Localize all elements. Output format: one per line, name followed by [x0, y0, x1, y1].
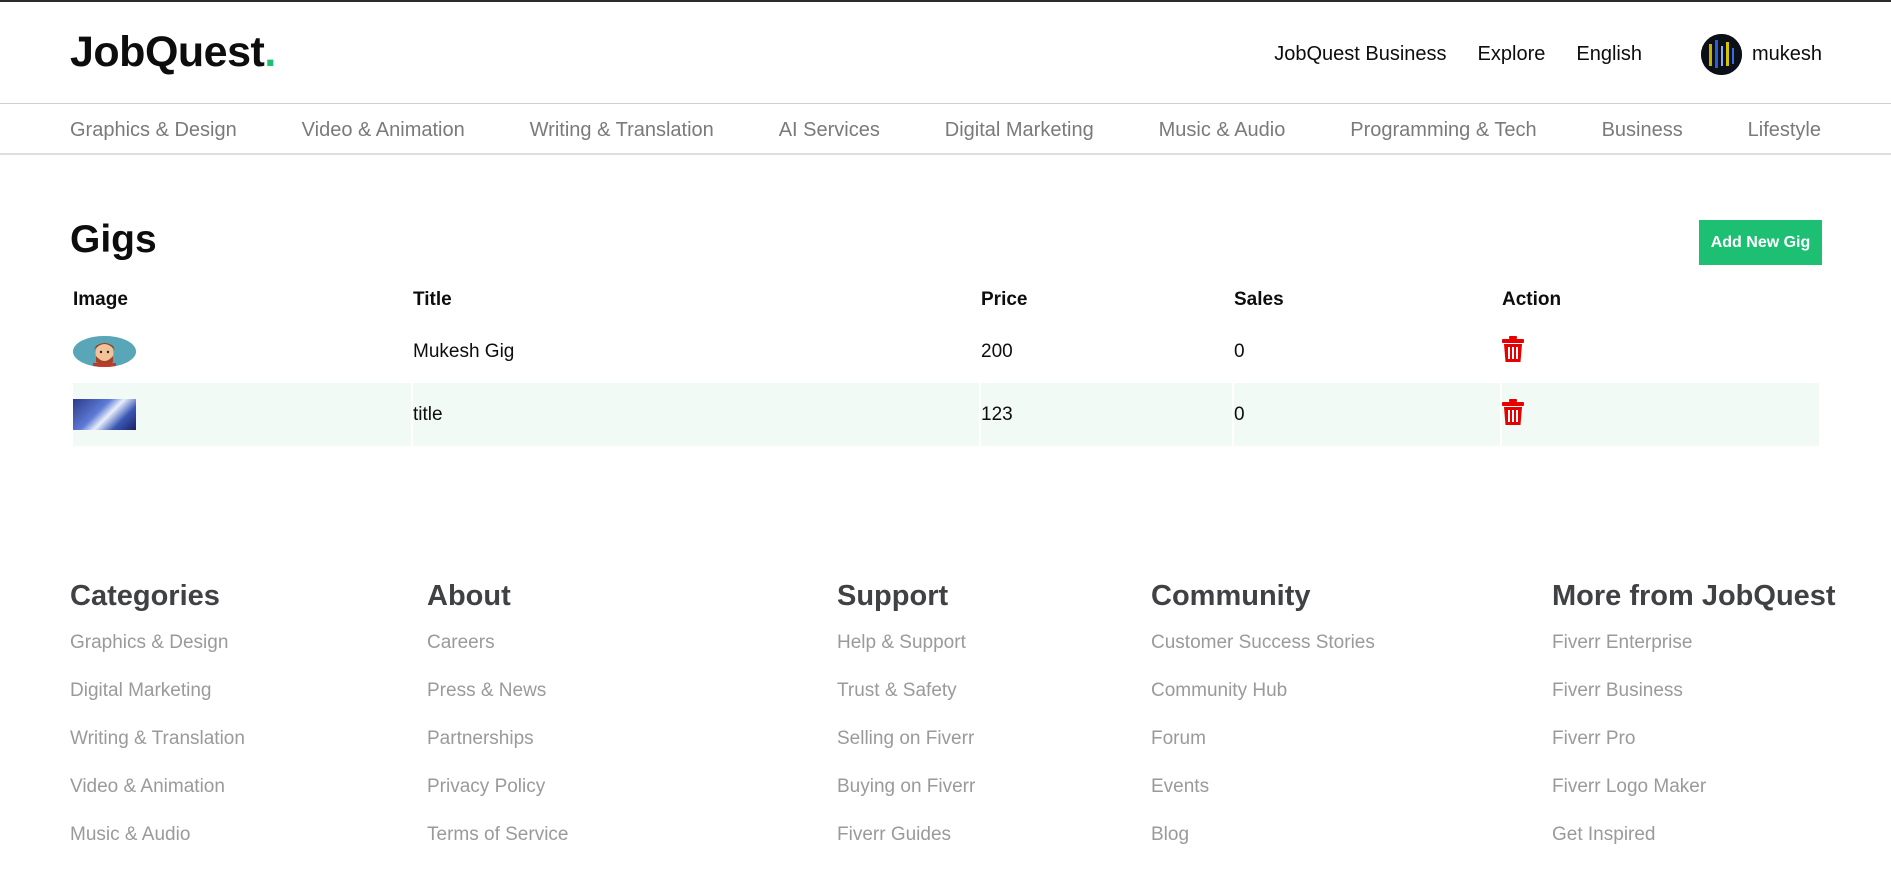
footer-link[interactable]: Help & Support [837, 632, 975, 680]
site-header: JobQuest. JobQuest Business Explore Engl… [0, 2, 1891, 104]
gig-action-cell [1502, 383, 1819, 446]
table-row: title 123 0 [73, 383, 1819, 446]
footer-column-categories: Categories Graphics & Design Digital Mar… [70, 580, 245, 872]
footer-heading: More from JobQuest [1552, 580, 1836, 612]
category-video-animation[interactable]: Video & Animation [302, 119, 465, 142]
footer-column-about: About Careers Press & News Partnerships … [427, 580, 568, 872]
footer-link[interactable]: Writing & Translation [70, 728, 245, 776]
header-nav: JobQuest Business Explore English mukesh [1243, 32, 1822, 76]
footer-link[interactable]: Partnerships [427, 728, 568, 776]
category-bar: Graphics & Design Video & Animation Writ… [0, 105, 1891, 155]
nav-link-language[interactable]: English [1576, 43, 1642, 66]
footer-link[interactable]: Blog [1151, 824, 1375, 872]
gigs-table: Image Title Price Sales Action Mukesh Gi… [71, 280, 1821, 446]
nav-link-business[interactable]: JobQuest Business [1274, 43, 1446, 66]
footer-link[interactable]: Graphics & Design [70, 632, 245, 680]
footer-link[interactable]: Careers [427, 632, 568, 680]
footer-heading: Categories [70, 580, 220, 612]
category-digital-marketing[interactable]: Digital Marketing [945, 119, 1094, 142]
gig-title: Mukesh Gig [413, 340, 515, 362]
column-header-price: Price [981, 289, 1028, 310]
nav-link-explore[interactable]: Explore [1478, 43, 1546, 66]
footer-link[interactable]: Press & News [427, 680, 568, 728]
footer-heading: About [427, 580, 511, 612]
logo[interactable]: JobQuest. [70, 28, 276, 77]
column-header-title: Title [413, 289, 452, 310]
footer-link[interactable]: Events [1151, 776, 1375, 824]
gig-image-cell [73, 383, 411, 446]
column-header-image: Image [73, 289, 128, 310]
category-graphics-design[interactable]: Graphics & Design [70, 119, 237, 142]
footer-heading: Community [1151, 580, 1311, 612]
footer-link[interactable]: Privacy Policy [427, 776, 568, 824]
gig-title: title [413, 383, 979, 446]
trash-icon[interactable] [1502, 335, 1524, 362]
table-header-row: Image Title Price Sales Action [73, 280, 1819, 320]
category-lifestyle[interactable]: Lifestyle [1748, 119, 1821, 142]
category-writing-translation[interactable]: Writing & Translation [530, 119, 714, 142]
footer-link[interactable]: Community Hub [1151, 680, 1375, 728]
footer-link[interactable]: Fiverr Enterprise [1552, 632, 1836, 680]
gig-image-cell [73, 320, 411, 383]
footer-heading: Support [837, 580, 949, 612]
gig-sales: 0 [1234, 383, 1500, 446]
footer-link[interactable]: Buying on Fiverr [837, 776, 975, 824]
footer-link[interactable]: Digital Marketing [70, 680, 245, 728]
footer-link[interactable]: Fiverr Pro [1552, 728, 1836, 776]
footer-link[interactable]: Get Inspired [1552, 824, 1836, 872]
footer-link[interactable]: Customer Success Stories [1151, 632, 1375, 680]
gig-thumbnail[interactable] [73, 336, 136, 367]
footer-link[interactable]: Video & Animation [70, 776, 245, 824]
footer-link[interactable]: Selling on Fiverr [837, 728, 975, 776]
footer-link[interactable]: Forum [1151, 728, 1375, 776]
footer-link[interactable]: Fiverr Logo Maker [1552, 776, 1836, 824]
footer-column-support: Support Help & Support Trust & Safety Se… [837, 580, 975, 872]
footer-column-community: Community Customer Success Stories Commu… [1151, 580, 1375, 872]
gig-price: 200 [981, 340, 1013, 362]
footer-link[interactable]: Fiverr Guides [837, 824, 975, 872]
category-music-audio[interactable]: Music & Audio [1159, 119, 1286, 142]
username[interactable]: mukesh [1752, 43, 1822, 66]
footer-link[interactable]: Terms of Service [427, 824, 568, 872]
category-ai-services[interactable]: AI Services [779, 119, 880, 142]
column-header-action: Action [1502, 289, 1562, 310]
add-new-gig-button[interactable]: Add New Gig [1699, 220, 1822, 265]
footer-link[interactable]: Fiverr Business [1552, 680, 1836, 728]
gig-thumbnail[interactable] [73, 399, 136, 430]
table-row: Mukesh Gig 200 0 [73, 320, 1819, 383]
avatar[interactable] [1700, 33, 1742, 75]
avatar-image [1700, 33, 1742, 75]
page-title: Gigs [70, 218, 157, 261]
gig-price: 123 [981, 383, 1232, 446]
trash-icon[interactable] [1502, 398, 1524, 425]
gig-action-cell [1502, 320, 1819, 383]
footer-link[interactable]: Trust & Safety [837, 680, 975, 728]
category-business[interactable]: Business [1602, 119, 1683, 142]
category-programming-tech[interactable]: Programming & Tech [1350, 119, 1536, 142]
footer-link[interactable]: Music & Audio [70, 824, 245, 872]
footer-column-more: More from JobQuest Fiverr Enterprise Fiv… [1552, 580, 1836, 872]
gig-sales: 0 [1234, 340, 1245, 362]
column-header-sales: Sales [1234, 289, 1284, 310]
